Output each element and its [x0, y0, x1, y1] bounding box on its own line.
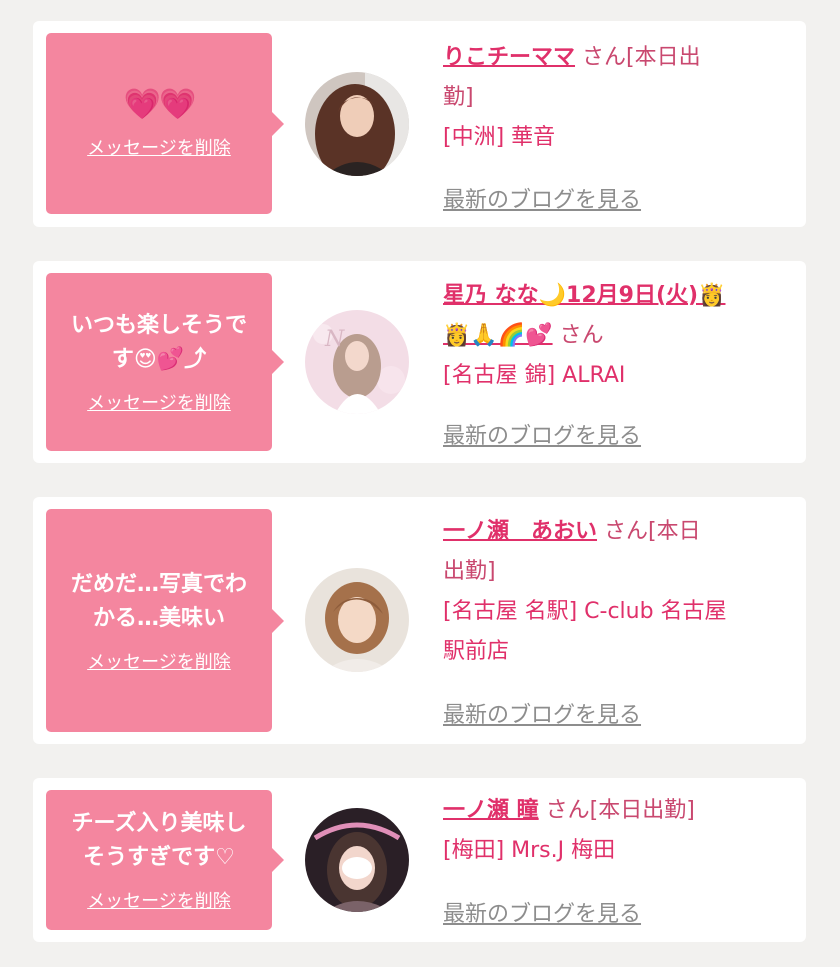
sender-name-link[interactable]: 一ノ瀬 あおい	[443, 519, 597, 544]
avatar-photo-icon	[305, 808, 409, 912]
message-list: 💗💗 メッセージを削除 りこチーママ さん[本日出 勤] [中洲] 華音 最新の…	[0, 0, 840, 967]
sender-info: 一ノ瀬 あおい さん[本日 出勤] [名古屋 名駅] C-club 名古屋 駅前…	[443, 512, 783, 672]
avatar-photo-icon	[305, 72, 409, 176]
sender-name-link[interactable]: りこチーママ	[443, 45, 575, 70]
message-text: いつも楽しそうで す😍💕⤴	[70, 313, 247, 372]
shop-name: [名古屋 錦] ALRAI	[443, 363, 626, 388]
message-card: 💗💗 メッセージを削除 りこチーママ さん[本日出 勤] [中洲] 華音 最新の…	[33, 21, 806, 227]
message-bubble: だめだ…写真でわ かる…美味い メッセージを削除	[46, 509, 284, 732]
shop-name-cont: 駅前店	[443, 639, 510, 664]
message-text: だめだ…写真でわ かる…美味い	[70, 571, 247, 631]
sender-info: 星乃 なな🌙12月9日(火)👸 👸🙏🌈💕 さん [名古屋 錦] ALRAI	[443, 276, 783, 396]
avatar-photo-icon: N	[305, 310, 409, 414]
latest-blog-link[interactable]: 最新のブログを見る	[443, 896, 641, 928]
avatar[interactable]	[305, 72, 409, 176]
avatar[interactable]	[305, 808, 409, 912]
sender-status: さん[本日出勤]	[538, 798, 695, 823]
message-text: チーズ入り美味し そうすぎです♡	[71, 811, 247, 870]
message-card: だめだ…写真でわ かる…美味い メッセージを削除 一ノ瀬 あおい さん[本日 出…	[33, 497, 806, 744]
sender-name-link-cont[interactable]: 👸🙏🌈💕	[443, 323, 553, 348]
sender-status: さん	[552, 323, 604, 348]
message-bubble: いつも楽しそうで す😍💕⤴ メッセージを削除	[46, 273, 284, 451]
delete-message-link[interactable]: メッセージを削除	[87, 389, 231, 415]
sender-name-link[interactable]: 一ノ瀬 瞳	[443, 798, 539, 823]
latest-blog-link[interactable]: 最新のブログを見る	[443, 418, 641, 450]
sender-status-cont: 出勤]	[443, 559, 496, 584]
message-card: チーズ入り美味し そうすぎです♡ メッセージを削除 一ノ瀬 瞳 さん[本日出勤]…	[33, 778, 806, 942]
sender-info: りこチーママ さん[本日出 勤] [中洲] 華音	[443, 38, 783, 158]
latest-blog-link[interactable]: 最新のブログを見る	[443, 182, 641, 214]
delete-message-link[interactable]: メッセージを削除	[87, 887, 231, 913]
sender-status-cont: 勤]	[443, 85, 474, 110]
message-text: 💗💗	[123, 86, 197, 122]
message-bubble: 💗💗 メッセージを削除	[46, 33, 284, 214]
delete-message-link[interactable]: メッセージを削除	[87, 134, 231, 160]
sender-info: 一ノ瀬 瞳 さん[本日出勤] [梅田] Mrs.J 梅田	[443, 791, 783, 871]
shop-name: [梅田] Mrs.J 梅田	[443, 838, 616, 863]
sender-status: さん[本日	[597, 519, 701, 544]
avatar[interactable]: N	[305, 310, 409, 414]
latest-blog-link[interactable]: 最新のブログを見る	[443, 697, 641, 729]
shop-name: [名古屋 名駅] C-club 名古屋	[443, 599, 727, 624]
message-bubble: チーズ入り美味し そうすぎです♡ メッセージを削除	[46, 790, 284, 930]
svg-text:N: N	[324, 327, 345, 352]
avatar-photo-icon	[305, 568, 409, 672]
shop-name: [中洲] 華音	[443, 125, 556, 150]
avatar[interactable]	[305, 568, 409, 672]
message-card: いつも楽しそうで す😍💕⤴ メッセージを削除 N 星乃 なな🌙12月9日(火)👸…	[33, 261, 806, 463]
sender-status: さん[本日出	[575, 45, 701, 70]
sender-name-link[interactable]: 星乃 なな🌙12月9日(火)👸	[443, 283, 725, 308]
delete-message-link[interactable]: メッセージを削除	[87, 648, 231, 674]
